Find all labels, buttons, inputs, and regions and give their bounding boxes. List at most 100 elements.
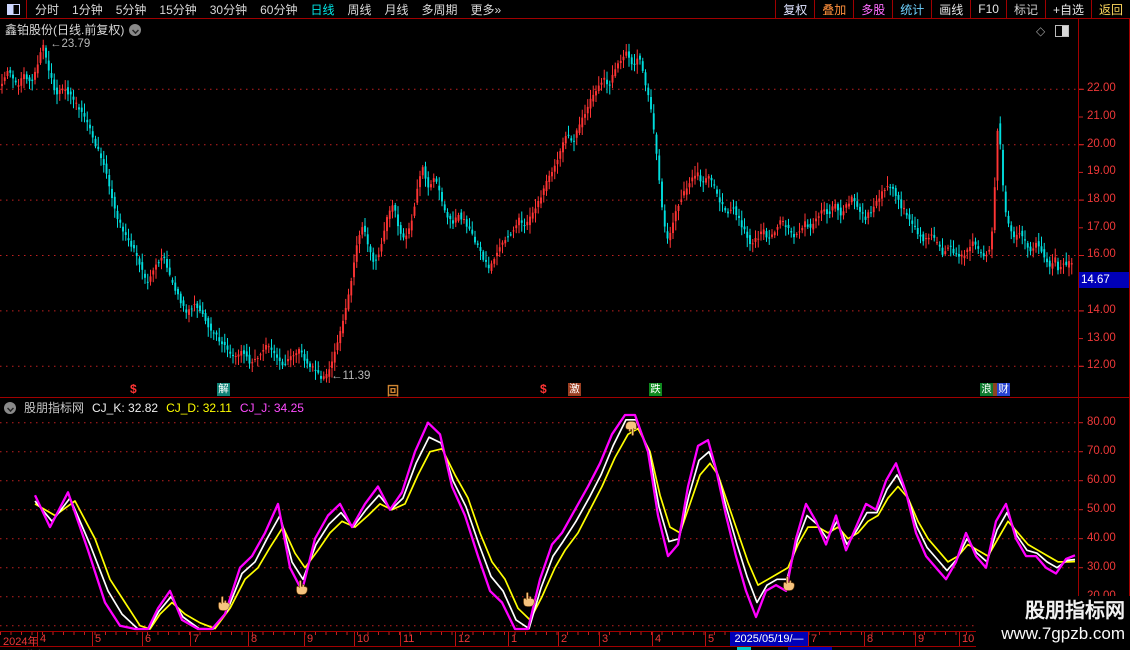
- tdx-stock-app: 分时 1分钟 5分钟 15分钟 30分钟 60分钟日线周线月线多周期更多» 复权叠加多股统…: [0, 0, 1130, 650]
- month-divider: [304, 632, 305, 646]
- event-marker-财: 财: [997, 383, 1010, 396]
- month-divider: [915, 632, 916, 646]
- event-marker-解: 解: [217, 383, 230, 396]
- menu-item-30分钟[interactable]: 30分钟: [210, 1, 247, 18]
- menu-item-周线[interactable]: 周线: [347, 1, 371, 18]
- hand-signal-icon-up: [524, 592, 535, 606]
- low-price-label: ←11.39: [331, 370, 370, 382]
- month-label: 1: [511, 633, 517, 645]
- event-marker-激: 激: [568, 383, 581, 396]
- month-label: 8: [251, 633, 257, 645]
- watermark-site-name: 股朋指标网: [976, 599, 1125, 623]
- menu-item-60分钟[interactable]: 60分钟: [260, 1, 297, 18]
- price-axis-label: 20.00: [1087, 138, 1116, 150]
- chart-canvas: [0, 0, 1130, 650]
- month-label: 10: [962, 633, 974, 645]
- month-divider: [705, 632, 706, 646]
- month-divider: [599, 632, 600, 646]
- high-price-label: ←23.79: [50, 38, 90, 50]
- menu-item-标记[interactable]: 标记: [1007, 0, 1046, 18]
- month-divider: [400, 632, 401, 646]
- price-axis-label: 22.00: [1087, 82, 1116, 94]
- menu-item-多股[interactable]: 多股: [854, 0, 893, 18]
- indicator-axis-label: 30.00: [1087, 561, 1116, 573]
- indicator-name: 股朋指标网: [24, 399, 84, 416]
- chart-title-row: 鑫铂股份(日线.前复权): [5, 21, 141, 38]
- price-axis-label: 18.00: [1087, 193, 1116, 205]
- menu-item-返回[interactable]: 返回: [1092, 0, 1130, 18]
- selected-date-box: 2025/05/19/—: [730, 632, 808, 646]
- month-label: 11: [403, 633, 414, 645]
- menu-item-更多»[interactable]: 更多»: [471, 1, 502, 18]
- indicator-axis-label: 60.00: [1087, 474, 1116, 486]
- stock-title: 鑫铂股份(日线.前复权): [5, 21, 124, 38]
- panel-corner-icons: ◇: [1036, 24, 1069, 38]
- month-divider: [142, 632, 143, 646]
- layout-icon-cell[interactable]: [0, 0, 27, 18]
- menu-item-15分钟[interactable]: 15分钟: [159, 1, 196, 18]
- watermark: 股朋指标网 www.7gpzb.com: [976, 596, 1130, 650]
- menu-item-画线[interactable]: 画线: [932, 0, 971, 18]
- month-label: 5: [708, 633, 714, 645]
- month-divider: [37, 632, 38, 646]
- indicator-axis-label: 80.00: [1087, 416, 1116, 428]
- menu-item-月线[interactable]: 月线: [385, 1, 409, 18]
- month-label: 10: [357, 633, 369, 645]
- month-label: 7: [811, 633, 817, 645]
- event-marker-$: $: [130, 382, 137, 396]
- last-price-badge: 14.67: [1079, 272, 1130, 288]
- indicator-chevron-icon[interactable]: [4, 402, 16, 414]
- indicator-axis-label: 50.00: [1087, 503, 1116, 515]
- month-label: 4: [40, 633, 46, 645]
- window-split-icon[interactable]: [1055, 25, 1069, 37]
- split-screen-icon: [7, 4, 20, 15]
- event-marker-跌: 跌: [649, 383, 662, 396]
- month-label: 9: [307, 633, 313, 645]
- month-divider: [354, 632, 355, 646]
- diamond-icon[interactable]: ◇: [1036, 24, 1045, 38]
- chevron-down-icon[interactable]: [129, 24, 141, 36]
- tools-menu: 复权叠加多股统计画线F10标记+自选返回: [775, 0, 1130, 18]
- event-marker-浪: 浪: [980, 383, 993, 396]
- month-label: 5: [95, 633, 101, 645]
- menu-item-5分钟[interactable]: 5分钟: [116, 1, 147, 18]
- month-label: 12: [458, 633, 470, 645]
- period-menu: 分时 1分钟 5分钟 15分钟 30分钟 60分钟日线周线月线多周期更多»: [27, 1, 775, 18]
- menu-item-统计[interactable]: 统计: [893, 0, 932, 18]
- month-label: 6: [145, 633, 151, 645]
- menu-item-F10[interactable]: F10: [971, 0, 1007, 18]
- month-divider: [864, 632, 865, 646]
- price-axis-label: 21.00: [1087, 110, 1116, 122]
- month-divider: [248, 632, 249, 646]
- menu-item-日线[interactable]: 日线: [310, 1, 334, 18]
- menu-item-叠加[interactable]: 叠加: [815, 0, 854, 18]
- month-label: 7: [193, 633, 199, 645]
- month-label: 9: [918, 633, 924, 645]
- menu-item-多周期[interactable]: 多周期: [422, 1, 458, 18]
- month-divider: [508, 632, 509, 646]
- price-axis-label: 19.00: [1087, 165, 1116, 177]
- month-label: 8: [867, 633, 873, 645]
- indicator-d-value: CJ_D: 32.11: [166, 401, 232, 415]
- date-axis-ticks: [0, 632, 1078, 635]
- price-axis-label: 16.00: [1087, 248, 1116, 260]
- menu-item-+自选[interactable]: +自选: [1046, 0, 1092, 18]
- month-divider: [558, 632, 559, 646]
- price-axis-label: 17.00: [1087, 221, 1116, 233]
- menu-item-1分钟[interactable]: 1分钟: [72, 1, 103, 18]
- menu-item-复权[interactable]: 复权: [776, 0, 815, 18]
- price-axis-label: 12.00: [1087, 359, 1116, 371]
- indicator-header: 股朋指标网 CJ_K: 32.82 CJ_D: 32.11 CJ_J: 34.2…: [4, 399, 304, 416]
- date-axis: 2024年 4567891011121234578910 2025/05/19/…: [0, 632, 1130, 646]
- month-divider: [455, 632, 456, 646]
- month-divider: [808, 632, 809, 646]
- month-divider: [92, 632, 93, 646]
- price-axis-label: 13.00: [1087, 332, 1116, 344]
- indicator-axis-label: 40.00: [1087, 532, 1116, 544]
- indicator-k-value: CJ_K: 32.82: [92, 401, 158, 415]
- indicator-j-value: CJ_J: 34.25: [240, 401, 304, 415]
- month-label: 3: [602, 633, 608, 645]
- event-marker-$: $: [540, 382, 547, 396]
- top-menubar: 分时 1分钟 5分钟 15分钟 30分钟 60分钟日线周线月线多周期更多» 复权叠加多股统…: [0, 0, 1130, 19]
- menu-item-分时[interactable]: 分时: [35, 1, 59, 18]
